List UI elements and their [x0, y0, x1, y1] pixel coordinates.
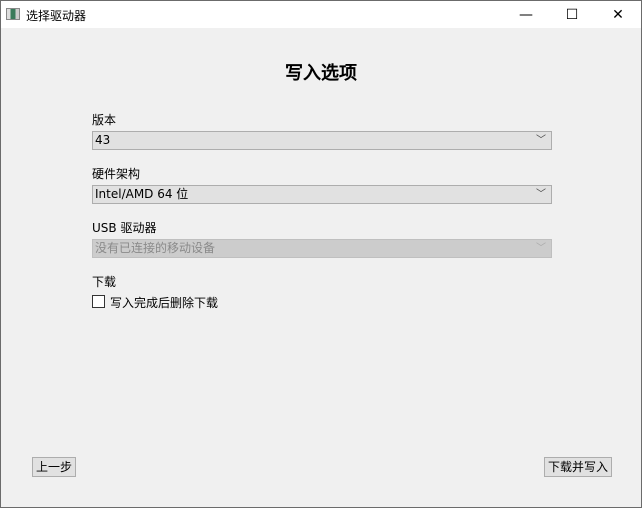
- arch-select[interactable]: Intel/AMD 64 位 ﹀: [92, 185, 552, 204]
- arch-value: Intel/AMD 64 位: [95, 187, 189, 201]
- window-title: 选择驱动器: [26, 9, 87, 23]
- arch-label: 硬件架构: [92, 167, 141, 181]
- delete-download-checkbox[interactable]: [92, 295, 105, 308]
- close-button[interactable]: ✕: [595, 1, 641, 28]
- download-write-button[interactable]: 下载并写入: [544, 457, 613, 477]
- version-select[interactable]: 43 ﹀: [92, 131, 552, 150]
- chevron-down-icon: ﹀: [536, 135, 546, 146]
- usb-select[interactable]: 没有已连接的移动设备 ﹀: [92, 239, 552, 258]
- chevron-down-icon: ﹀: [536, 243, 546, 254]
- version-value: 43: [95, 133, 111, 147]
- back-button[interactable]: 上一步: [32, 457, 77, 477]
- minimize-button[interactable]: —: [503, 1, 549, 28]
- download-label: 下载: [92, 275, 117, 289]
- maximize-button[interactable]: ☐: [549, 1, 595, 28]
- page-title: 写入选项: [285, 63, 357, 84]
- app-window: 选择驱动器 — ☐ ✕ 写入选项 版本 43 ﹀ 硬件架构 Intel/AMD 6…: [0, 0, 642, 508]
- title-bar: 选择驱动器 — ☐ ✕: [1, 1, 641, 28]
- delete-download-label[interactable]: 写入完成后删除下载: [110, 294, 218, 311]
- chevron-down-icon: ﹀: [536, 189, 546, 200]
- usb-value: 没有已连接的移动设备: [95, 241, 216, 255]
- usb-label: USB 驱动器: [92, 221, 157, 235]
- app-icon: [6, 8, 20, 20]
- version-label: 版本: [92, 113, 117, 127]
